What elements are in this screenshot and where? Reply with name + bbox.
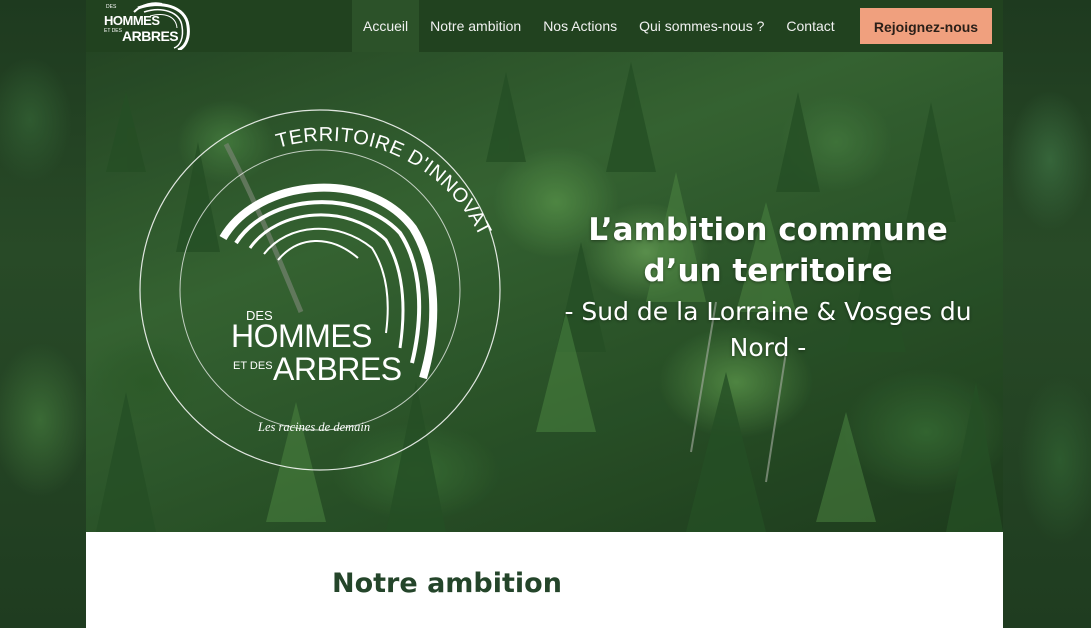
hero-title: L’ambition commune d’un territoire (588, 212, 948, 289)
emblem-et-des: ET DES (233, 360, 273, 372)
emblem-tagline: Les racines de demain (258, 420, 371, 434)
nav-item-contact[interactable]: Contact (775, 0, 845, 52)
hero-subtitle: - Sud de la Lorraine & Vosges du Nord - (564, 297, 972, 362)
top-navbar: DES HOMMES ET DES ARBRES Accueil Notre a… (86, 0, 1003, 52)
emblem-arbres: ARBRES (273, 351, 402, 387)
logo-arbres: ARBRES (122, 28, 179, 44)
logo-des-top: DES (106, 4, 117, 10)
territory-emblem: TERRITOIRE D'INNOVATION DES HOMMES ET DE… (138, 108, 503, 473)
nav-item-qui-sommes-nous[interactable]: Qui sommes-nous ? (628, 0, 775, 52)
logo-et-des: ET DES (104, 28, 122, 34)
nav-item-nos-actions[interactable]: Nos Actions (532, 0, 628, 52)
hero-text-block: L’ambition commune d’un territoire - Sud… (546, 210, 990, 366)
nav-item-notre-ambition[interactable]: Notre ambition (419, 0, 532, 52)
emblem-ring-icon: TERRITOIRE D'INNOVATION (138, 108, 501, 471)
join-us-button[interactable]: Rejoignez-nous (860, 8, 992, 44)
hero-banner: TERRITOIRE D'INNOVATION DES HOMMES ET DE… (86, 52, 1003, 532)
main-menu: Accueil Notre ambition Nos Actions Qui s… (352, 0, 846, 52)
section-title-notre-ambition: Notre ambition (332, 568, 562, 599)
nav-item-accueil[interactable]: Accueil (352, 0, 420, 52)
emblem-hommes: HOMMES (231, 318, 373, 354)
content-section: Notre ambition (86, 532, 1003, 628)
site-logo[interactable]: DES HOMMES ET DES ARBRES (98, 0, 190, 50)
logo-hommes: HOMMES (104, 13, 160, 28)
